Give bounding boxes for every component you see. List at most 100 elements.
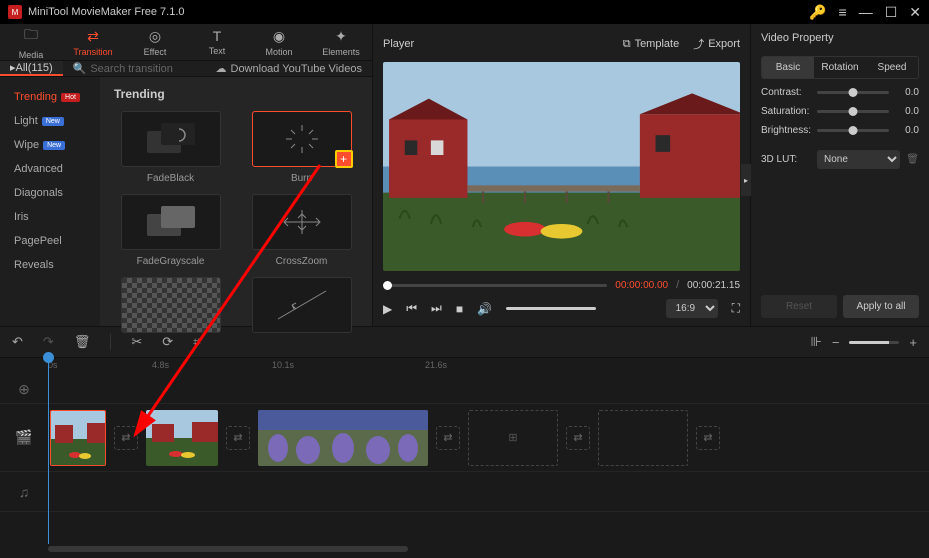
timeline-ruler[interactable]: 0s 4.8s 10.1s 21.6s (0, 358, 929, 376)
speed-button[interactable]: ⟳ (162, 334, 173, 350)
tool-effect[interactable]: ◎Effect (124, 24, 186, 60)
player-title: Player (383, 38, 414, 50)
contrast-slider[interactable] (817, 91, 889, 94)
fullscreen-button[interactable]: ⛶ (732, 301, 740, 316)
transition-fadegrayscale[interactable]: FadeGrayscale (114, 194, 227, 267)
clip-2[interactable] (146, 410, 218, 466)
stop-button[interactable]: ■ (456, 302, 463, 316)
all-count[interactable]: ▸ All(115) (0, 61, 63, 76)
tab-basic[interactable]: Basic (762, 57, 814, 78)
tab-speed[interactable]: Speed (866, 57, 918, 78)
overlay-icon[interactable]: ⊕ (0, 376, 48, 403)
template-button[interactable]: ⧉Template (623, 36, 680, 52)
apply-all-button[interactable]: Apply to all (843, 295, 919, 318)
property-title: Video Property (761, 32, 919, 44)
play-button[interactable]: ▶ (383, 302, 392, 316)
main-toolbar: 🗀Media ⇄Transition ◎Effect TText ◉Motion… (0, 24, 372, 61)
timeline: ↶ ↷ 🗑 ✂ ⟳ ⌗ ⊪ − + 0s 4.8s 10.1s 21.6s ⊕ … (0, 326, 929, 558)
minimize-icon[interactable]: — (859, 4, 873, 20)
prev-button[interactable]: ⏮ (406, 301, 417, 316)
key-icon[interactable]: 🔑 (809, 4, 826, 21)
tool-media[interactable]: 🗀Media (0, 24, 62, 60)
app-logo: M (8, 5, 22, 19)
transition-slot-2[interactable]: ⇄ (226, 426, 250, 450)
sidebar-item-pagepeel[interactable]: PagePeel (0, 229, 100, 253)
video-preview[interactable] (383, 62, 740, 271)
sidebar-item-advanced[interactable]: Advanced (0, 157, 100, 181)
tool-text[interactable]: TText (186, 24, 248, 60)
sidebar-item-reveals[interactable]: Reveals (0, 253, 100, 277)
contrast-label: Contrast: (761, 87, 811, 98)
volume-slider[interactable] (506, 307, 596, 310)
video-track-icon: 🎬 (0, 404, 48, 471)
sidebar-item-wipe[interactable]: WipeNew (0, 133, 100, 157)
sidebar-item-diagonals[interactable]: Diagonals (0, 181, 100, 205)
search-icon: 🔍 (73, 62, 87, 75)
empty-slot-2[interactable] (598, 410, 688, 466)
badge-new: New (42, 117, 64, 126)
tab-rotation[interactable]: Rotation (814, 57, 866, 78)
tool-elements[interactable]: ✦Elements (310, 24, 372, 60)
add-transition-button[interactable]: + (335, 150, 353, 168)
download-link[interactable]: ☁Download YouTube Videos (206, 62, 373, 75)
collapse-toggle[interactable]: ▸ (741, 164, 751, 196)
transition-extra2[interactable] (245, 277, 358, 333)
transition-crosszoom[interactable]: CrossZoom (245, 194, 358, 267)
search-input[interactable]: 🔍Search transition (63, 62, 206, 75)
titlebar: M MiniTool MovieMaker Free 7.1.0 🔑 ≡ — ☐… (0, 0, 929, 24)
brightness-slider[interactable] (817, 129, 889, 132)
tool-motion[interactable]: ◉Motion (248, 24, 310, 60)
maximize-icon[interactable]: ☐ (885, 4, 898, 21)
time-total: 00:00:21.15 (687, 280, 740, 291)
transition-fadeblack[interactable]: FadeBlack (114, 111, 227, 184)
transition-slot-1[interactable]: ⇄ (114, 426, 138, 450)
player-panel: Player ⧉Template ⤴Export (373, 24, 751, 326)
transition-burn[interactable]: + Burn (245, 111, 358, 184)
zoom-out-button[interactable]: − (832, 335, 840, 350)
zoom-slider[interactable] (849, 341, 899, 344)
zoom-in-button[interactable]: + (909, 335, 917, 350)
sidebar-item-trending[interactable]: TrendingHot (0, 85, 100, 109)
clip-3[interactable] (258, 410, 428, 466)
app-title: MiniTool MovieMaker Free 7.1.0 (28, 6, 185, 18)
sidebar-item-light[interactable]: LightNew (0, 109, 100, 133)
empty-slot-1[interactable]: ⊞ (468, 410, 558, 466)
template-icon: ⧉ (623, 38, 631, 51)
sidebar-item-iris[interactable]: Iris (0, 205, 100, 229)
export-button[interactable]: ⤴Export (693, 36, 740, 52)
cut-button[interactable]: ✂ (131, 334, 142, 350)
progress-bar[interactable] (383, 284, 607, 287)
mixer-icon[interactable]: ⊪ (810, 334, 821, 350)
text-icon: T (213, 28, 222, 44)
redo-button[interactable]: ↷ (43, 334, 54, 350)
saturation-value: 0.0 (895, 106, 919, 117)
lut-select[interactable]: None (817, 150, 900, 169)
contrast-value: 0.0 (895, 87, 919, 98)
volume-icon[interactable]: 🔊 (477, 302, 492, 316)
reset-button[interactable]: Reset (761, 295, 837, 318)
crop-button[interactable]: ⌗ (193, 334, 200, 350)
clip-1[interactable] (50, 410, 106, 466)
close-icon[interactable]: ✕ (909, 4, 921, 21)
next-button[interactable]: ⏭ (431, 301, 442, 316)
saturation-label: Saturation: (761, 106, 811, 117)
menu-icon[interactable]: ≡ (839, 4, 847, 20)
transition-extra1[interactable] (114, 277, 227, 333)
tool-transition[interactable]: ⇄Transition (62, 24, 124, 60)
saturation-slider[interactable] (817, 110, 889, 113)
delete-lut-icon[interactable]: 🗑 (906, 154, 919, 165)
aspect-select[interactable]: 16:9 (666, 299, 718, 318)
transition-slot-5[interactable]: ⇄ (696, 426, 720, 450)
badge-new: New (43, 141, 65, 150)
brightness-label: Brightness: (761, 125, 811, 136)
folder-icon: 🗀 (24, 24, 38, 48)
media-panel: 🗀Media ⇄Transition ◎Effect TText ◉Motion… (0, 24, 373, 326)
transition-slot-4[interactable]: ⇄ (566, 426, 590, 450)
timeline-scrollbar[interactable] (48, 546, 408, 552)
undo-button[interactable]: ↶ (12, 334, 23, 350)
transition-slot-3[interactable]: ⇄ (436, 426, 460, 450)
delete-button[interactable]: 🗑 (74, 334, 91, 350)
grid-title: Trending (114, 87, 358, 101)
brightness-value: 0.0 (895, 125, 919, 136)
badge-hot: Hot (61, 93, 80, 102)
